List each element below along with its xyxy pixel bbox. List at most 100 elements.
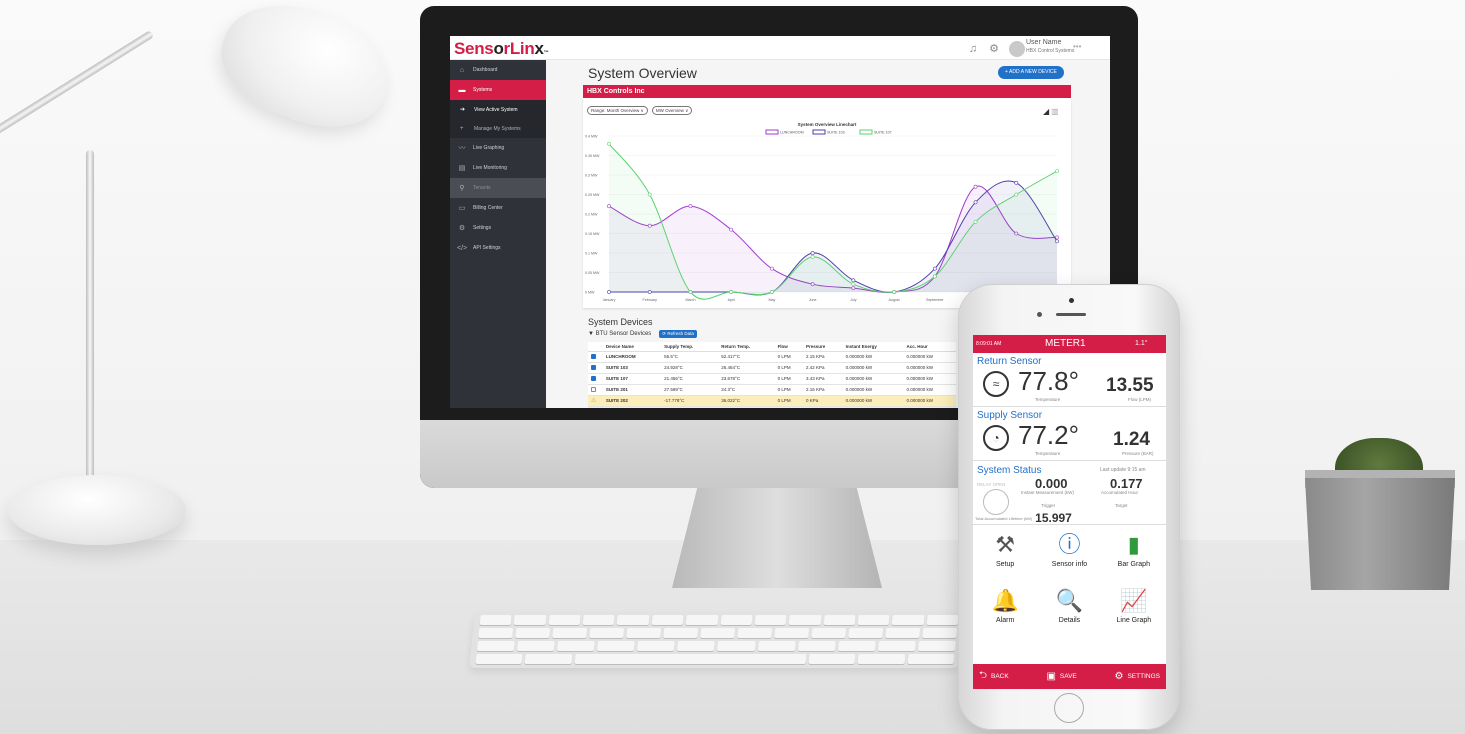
table-row[interactable]: SUITE 103 24.928°C 26.464°C 0 LPM 2.42 KPa 0.… [588, 362, 956, 374]
data-point [973, 200, 978, 205]
tile-label: Bar Graph [1117, 561, 1150, 568]
data-point [729, 227, 734, 232]
table-header[interactable]: Flow [774, 342, 804, 352]
data-point [932, 266, 937, 271]
y-tick-label: 0 MW [585, 291, 595, 295]
table-row[interactable]: ⚠ SUITE 202 -17.778°C 36.022°C 0 LPM 0 KPa 0.0… [588, 395, 956, 407]
table-row[interactable]: ⚠SUITE 20328.239°C26.794°C0 LPM2.27 KPa0… [588, 406, 956, 408]
legend-label: SUITE 103 [827, 131, 845, 135]
phone-bottom-bar: ⮌ BACK ▣ SAVE ⚙ SETTINGS [973, 664, 1166, 689]
sidebar-item-settings[interactable]: ⚙ Settings [450, 218, 546, 238]
area-chart-icon[interactable]: ◢ [1043, 107, 1049, 116]
sidebar-icon: ➔ [460, 107, 466, 113]
flow-value: 13.55 [1106, 375, 1154, 396]
range-select[interactable]: Range: Month Overview ∨ [587, 106, 648, 115]
sidebar-item-label: Live Graphing [473, 145, 505, 151]
supply-sensor-panel: Supply Sensor ◔ 77.2° Temperature 1.24 P… [973, 407, 1166, 461]
sidebar-item-label: Live Monitoring [473, 165, 507, 171]
company-header: HBX Controls Inc [583, 85, 1071, 98]
bell-icon[interactable]: ♫ [967, 43, 979, 55]
table-row[interactable]: SUITE 201 27.589°C 24.3°C 0 LPM 2.16 KPa 0.00… [588, 384, 956, 396]
x-tick-label: January [603, 298, 616, 302]
table-row[interactable]: SUITE 107 21.456°C 23.678°C 0 LPM 3.43 KPa 0.… [588, 373, 956, 385]
sidebar-icon: ▭ [458, 205, 466, 212]
cell-acc: 0.000000 kW [903, 395, 956, 407]
table-header[interactable]: Device Name [602, 342, 662, 352]
add-device-button[interactable]: + ADD A NEW DEVICE [998, 66, 1064, 79]
sidebar-icon: </> [457, 244, 468, 252]
row-checkbox[interactable] [591, 375, 596, 381]
sidebar-item-label: Billing Center [473, 205, 503, 211]
row-select-cell[interactable] [588, 362, 603, 374]
bar-chart-icon[interactable]: ▥ [1051, 107, 1059, 116]
tile-bar-graph[interactable]: ▮ Bar Graph [1102, 525, 1166, 581]
apple-logo-icon [762, 446, 792, 480]
table-header[interactable] [588, 342, 603, 352]
row-select-cell[interactable] [588, 351, 603, 363]
table-header[interactable]: Instant Energy [842, 342, 904, 352]
back-button[interactable]: ⮌ BACK [979, 668, 1009, 685]
tile-alarm[interactable]: 🔔 Alarm [973, 581, 1037, 637]
save-button[interactable]: ▣ SAVE [1046, 671, 1076, 682]
cell-pressure: 2.15 KPa [803, 351, 843, 363]
mw-overview-select[interactable]: MW Overview ∨ [651, 106, 693, 115]
gear-icon[interactable]: ⚙ [988, 43, 1000, 55]
refresh-data-button[interactable]: ⟳ Refresh Data [659, 330, 697, 338]
row-select-cell[interactable]: ⚠ [588, 406, 603, 408]
cell-energy: 0.000000 kW [842, 373, 904, 385]
row-select-cell[interactable]: ⚠ [588, 395, 603, 407]
home-button[interactable] [1054, 693, 1084, 723]
pressure-value: 1.24 [1113, 429, 1150, 450]
cell-name: SUITE 201 [602, 384, 662, 396]
table-header[interactable]: Pressure [803, 342, 843, 352]
row-checkbox[interactable] [591, 386, 596, 392]
x-tick-label: July [850, 298, 857, 302]
sidebar-item-dashboard[interactable]: ⌂ Dashboard [450, 60, 546, 80]
x-tick-label: September [926, 298, 944, 302]
cell-acc: 0.000000 kW [903, 406, 956, 408]
sidebar-item-live-monitoring[interactable]: ▤ Live Monitoring [450, 158, 546, 178]
sidebar-item-api-settings[interactable]: </> API Settings [450, 238, 546, 258]
cell-return: 36.022°C [718, 395, 775, 407]
sensorlinx-logo[interactable]: SensorLinx™ [454, 39, 549, 59]
user-menu[interactable]: User Name HBX Control Systems [1026, 39, 1074, 55]
sidebar-item-live-graphing[interactable]: 〰 Live Graphing [450, 138, 546, 158]
cell-name: LUNCHROOM [602, 351, 662, 363]
phone-camera [1069, 298, 1074, 303]
tile-label: Alarm [996, 617, 1015, 624]
row-checkbox[interactable] [591, 364, 596, 370]
tile-sensor-info[interactable]: ⓘ Sensor info [1037, 525, 1101, 581]
sidebar-item-tenants[interactable]: ⚲ Tenants [450, 178, 546, 198]
cell-pressure: 2.16 KPa [803, 384, 843, 396]
sidebar-item-view-active-system[interactable]: ➔ View Active System [450, 100, 546, 119]
more-icon[interactable]: ••• [1073, 42, 1081, 51]
tile-details[interactable]: 🔍 Details [1037, 581, 1101, 637]
phone-title: METER1 [1045, 338, 1086, 349]
warning-icon: ⚠ [591, 398, 597, 404]
sidebar-item-manage-my-systems[interactable]: + Manage My Systems [450, 119, 546, 138]
tile-line-graph[interactable]: 📈 Line Graph [1102, 581, 1166, 637]
cell-return: 23.678°C [718, 373, 775, 385]
settings-button[interactable]: ⚙ SETTINGS [1115, 671, 1160, 682]
legend-swatch [765, 129, 779, 135]
table-header[interactable]: Supply Temp. [661, 342, 719, 352]
data-point [770, 290, 774, 294]
row-select-cell[interactable] [588, 384, 603, 396]
sidebar-item-systems[interactable]: ▬ Systems [450, 80, 546, 100]
devices-title: System Devices [588, 317, 653, 327]
relay-label: RELAY OPEN [977, 482, 1006, 487]
row-select-cell[interactable] [588, 373, 603, 385]
sidebar-item-billing-center[interactable]: ▭ Billing Center [450, 198, 546, 218]
cell-supply: 28.239°C [661, 406, 719, 408]
tile-setup[interactable]: ⚒ Setup [973, 525, 1037, 581]
cell-energy: 0.000000 kW [842, 362, 904, 374]
table-header[interactable]: Return Temp. [718, 342, 775, 352]
cell-supply: -17.778°C [661, 395, 719, 407]
phone-sensor [1037, 312, 1042, 317]
table-header[interactable]: Acc. Hour [903, 342, 956, 352]
table-row[interactable]: LUNCHROOM 55.5°C 52.417°C 0 LPM 2.15 KPa 0.00… [588, 351, 956, 363]
cell-return: 26.794°C [718, 406, 775, 408]
avatar[interactable] [1009, 41, 1025, 57]
btu-group-toggle[interactable]: ▼ BTU Sensor Devices [588, 331, 651, 337]
row-checkbox[interactable] [591, 353, 596, 359]
